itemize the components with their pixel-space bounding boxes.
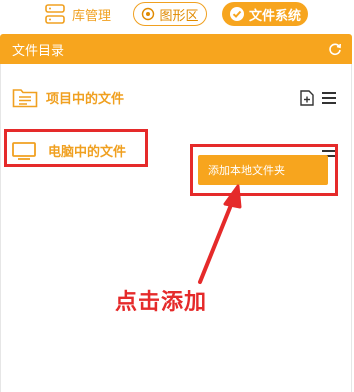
project-row-actions: [300, 90, 336, 106]
header-title: 文件目录: [12, 43, 65, 59]
panel-body: [0, 64, 352, 392]
project-files-row[interactable]: 项目中的文件: [12, 86, 124, 108]
computer-files-row[interactable]: 电脑中的文件: [12, 141, 126, 160]
add-local-folder-label: 添加本地文件夹: [208, 164, 285, 177]
computer-files-label: 电脑中的文件: [48, 145, 127, 160]
server-icon: [45, 4, 65, 24]
menu-icon[interactable]: [322, 92, 336, 104]
tab-shapes[interactable]: 图形区: [133, 2, 207, 26]
tab-shapes-label: 图形区: [159, 8, 199, 24]
folder-list-icon: [12, 89, 38, 108]
top-tab-bar: 库管理 图形区 文件系统: [0, 0, 354, 32]
annotation-text: 点击添加: [115, 290, 208, 315]
file-directory-header: 文件目录: [0, 34, 352, 64]
add-file-icon[interactable]: [300, 90, 314, 106]
project-files-label: 项目中的文件: [46, 91, 125, 107]
tab-library-label: 库管理: [72, 8, 112, 24]
monitor-icon: [12, 141, 36, 160]
tab-library[interactable]: 库管理: [44, 2, 111, 26]
refresh-icon[interactable]: [328, 42, 342, 56]
tab-filesystem-label: 文件系统: [248, 8, 301, 24]
target-icon: [142, 7, 155, 21]
tab-filesystem[interactable]: 文件系统: [222, 2, 308, 26]
add-local-folder-menu-item[interactable]: 添加本地文件夹: [198, 155, 328, 185]
check-circle-icon: [229, 7, 244, 21]
